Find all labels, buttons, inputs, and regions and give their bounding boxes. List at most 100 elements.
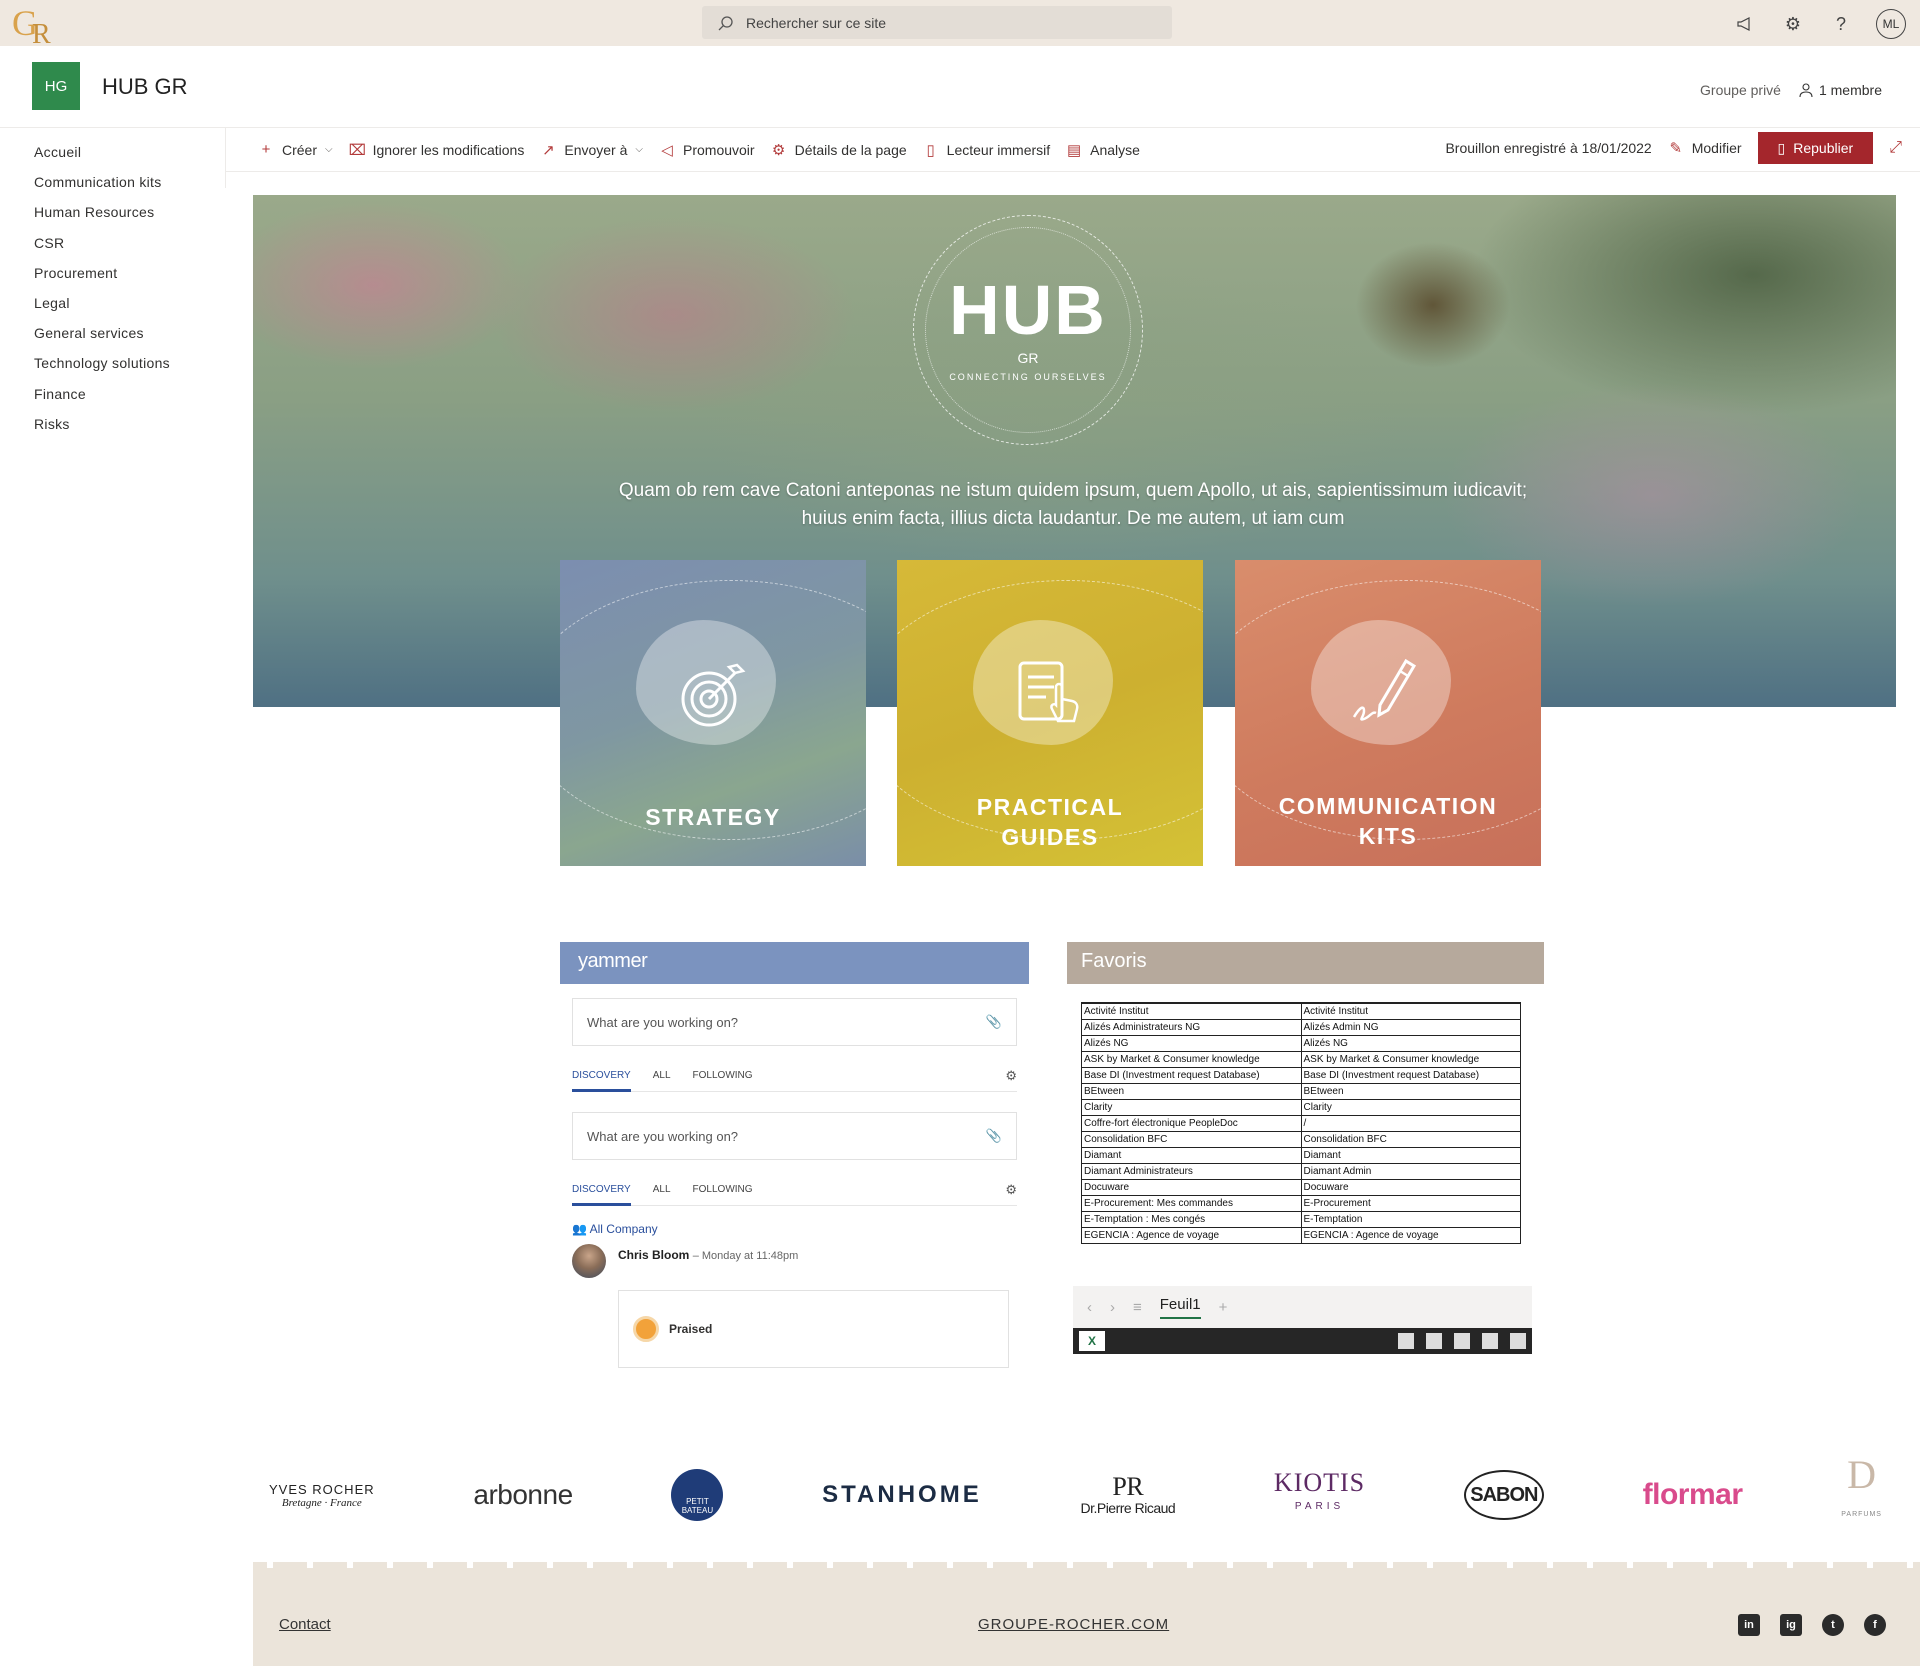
company-logo[interactable]: GR <box>12 2 51 50</box>
gear-icon[interactable]: ⚙ <box>1005 1182 1017 1198</box>
add-sheet-icon[interactable]: + <box>1219 1299 1228 1316</box>
sheet-menu-icon[interactable]: ≡ <box>1133 1299 1142 1316</box>
hub-logo-text: HUB <box>949 271 1107 349</box>
attachment-icon[interactable]: 📎 <box>986 1128 1002 1144</box>
tile-guides-label-2: GUIDES <box>1001 824 1099 850</box>
nav-item-technology-solutions[interactable]: Technology solutions <box>34 351 170 381</box>
tile-practical-guides[interactable]: PRACTICAL GUIDES <box>897 560 1203 866</box>
table-row: Clarity Clarity <box>1081 1099 1521 1116</box>
table-row: ASK by Market & Consumer knowledge ASK by… <box>1081 1051 1521 1068</box>
praise-card: Praised <box>618 1290 1009 1368</box>
author-avatar[interactable] <box>572 1244 606 1278</box>
chevron-down-icon: ⌵ <box>325 144 333 155</box>
nav-item-csr[interactable]: CSR <box>34 231 170 261</box>
page-details-button[interactable]: ⚙ Détails de la page <box>771 141 907 159</box>
brand-parfums[interactable]: D PARFUMS <box>1841 1455 1882 1535</box>
nav-item-general-services[interactable]: General services <box>34 321 170 351</box>
post-time: – Monday at 11:48pm <box>692 1250 799 1262</box>
table-cell: E-Temptation <box>1300 1211 1521 1228</box>
create-button[interactable]: + Créer ⌵ <box>258 141 333 158</box>
gear-icon[interactable]: ⚙ <box>1005 1068 1017 1084</box>
hub-logo-sub: GR <box>1017 350 1039 366</box>
tab-discovery[interactable]: DISCOVERY <box>572 1184 631 1206</box>
tile-kits-label-1: COMMUNICATION <box>1278 793 1498 819</box>
brand-arbonne[interactable]: arbonne <box>473 1479 573 1511</box>
hub-logo-tagline: CONNECTING OURSELVES <box>949 372 1107 382</box>
twitter-icon[interactable]: t <box>1822 1614 1844 1636</box>
members-button[interactable]: 1 membre <box>1799 82 1882 98</box>
tile-strategy[interactable]: STRATEGY <box>560 560 866 866</box>
nav-item-human-resources[interactable]: Human Resources <box>34 200 170 230</box>
attachment-icon[interactable]: 📎 <box>986 1014 1002 1030</box>
brand-petit-bateau[interactable]: PETIT BATEAU <box>671 1469 724 1521</box>
table-row: Consolidation BFC Consolidation BFC <box>1081 1131 1521 1148</box>
instagram-icon[interactable]: ig <box>1780 1614 1802 1636</box>
author-name[interactable]: Chris Bloom <box>618 1248 689 1262</box>
excel-icon[interactable]: X <box>1079 1331 1105 1351</box>
table-cell: Diamant <box>1300 1147 1521 1164</box>
search-box[interactable]: Rechercher sur ce site <box>702 6 1172 39</box>
help-icon[interactable]: ? <box>1828 11 1854 37</box>
site-logo[interactable]: HG <box>32 62 80 110</box>
download-icon[interactable] <box>1398 1333 1414 1349</box>
yammer-composer-2[interactable]: What are you working on? 📎 <box>572 1112 1017 1160</box>
brand-dr-pierre-ricaud[interactable]: PR Dr.Pierre Ricaud <box>1080 1474 1175 1517</box>
table-cell: Activité Institut <box>1081 1002 1302 1020</box>
republish-button[interactable]: ▯ Republier <box>1757 132 1874 164</box>
tab-all[interactable]: ALL <box>653 1184 671 1195</box>
table-row: Diamant Diamant <box>1081 1147 1521 1164</box>
nav-item-risks[interactable]: Risks <box>34 412 170 442</box>
tile-communication-kits[interactable]: COMMUNICATION KITS <box>1235 560 1541 866</box>
fullscreen-icon[interactable] <box>1510 1333 1526 1349</box>
groupe-rocher-link[interactable]: GROUPE-ROCHER.COM <box>978 1616 1169 1633</box>
brand-yves-rocher[interactable]: YVES ROCHER Bretagne · France <box>269 1482 375 1509</box>
sheet-tab[interactable]: Feuil1 <box>1159 1296 1201 1319</box>
page-details-label: Détails de la page <box>794 141 907 158</box>
brand-sabon[interactable]: SABON <box>1463 1470 1544 1520</box>
book-icon: ▯ <box>1777 139 1786 156</box>
next-sheet-icon[interactable]: › <box>1110 1299 1115 1316</box>
expand-icon[interactable]: ⤢ <box>1889 139 1902 157</box>
discard-button[interactable]: ⌧ Ignorer les modifications <box>349 141 525 159</box>
print-icon[interactable] <box>1454 1333 1470 1349</box>
composer-placeholder: What are you working on? <box>587 1014 739 1030</box>
tab-following[interactable]: FOLLOWING <box>693 1184 753 1195</box>
copy-icon[interactable] <box>1426 1333 1442 1349</box>
linkedin-icon[interactable]: in <box>1738 1614 1760 1636</box>
gear-icon[interactable]: ⚙ <box>1780 11 1806 37</box>
brand-stanhome[interactable]: STANHOME <box>822 1481 982 1509</box>
reader-view-icon[interactable] <box>1482 1333 1498 1349</box>
brand-flormar[interactable]: flormar <box>1643 1478 1743 1512</box>
tab-discovery[interactable]: DISCOVERY <box>572 1070 631 1092</box>
nav-item-accueil[interactable]: Accueil <box>34 140 170 170</box>
promote-label: Promouvoir <box>683 141 755 158</box>
nav-item-procurement[interactable]: Procurement <box>34 261 170 291</box>
facebook-icon[interactable]: f <box>1864 1614 1886 1636</box>
tab-following[interactable]: FOLLOWING <box>693 1070 753 1081</box>
parfums-sub: PARFUMS <box>1841 1511 1882 1518</box>
site-title[interactable]: HUB GR <box>102 74 188 100</box>
plus-icon: + <box>261 141 271 158</box>
tile-guides-label-1: PRACTICAL <box>976 794 1124 820</box>
nav-item-finance[interactable]: Finance <box>34 382 170 412</box>
edit-button[interactable]: ✎ Modifier <box>1668 139 1741 157</box>
nav-item-legal[interactable]: Legal <box>34 291 170 321</box>
target-icon <box>681 663 746 727</box>
promote-button[interactable]: ◁ Promouvoir <box>659 141 755 159</box>
create-label: Créer <box>282 141 318 158</box>
prev-sheet-icon[interactable]: ‹ <box>1087 1299 1092 1316</box>
user-avatar[interactable]: ML <box>1876 9 1906 39</box>
megaphone-icon[interactable] <box>1732 11 1758 37</box>
send-button[interactable]: ↗ Envoyer à ⌵ <box>540 141 643 159</box>
yves-rocher-name: YVES ROCHER <box>269 1481 375 1497</box>
tab-all[interactable]: ALL <box>653 1070 671 1081</box>
yammer-composer[interactable]: What are you working on? 📎 <box>572 998 1017 1046</box>
contact-link[interactable]: Contact <box>279 1616 331 1633</box>
group-link[interactable]: 👥 All Company <box>572 1222 1017 1236</box>
table-cell: E-Procurement <box>1300 1195 1521 1212</box>
nav-item-communication-kits[interactable]: Communication kits <box>34 170 170 200</box>
brand-kiotis[interactable]: KIOTIS PARIS <box>1274 1470 1365 1519</box>
table-row: Docuware Docuware <box>1081 1179 1521 1196</box>
immersive-reader-button[interactable]: ▯ Lecteur immersif <box>923 141 1051 159</box>
analytics-button[interactable]: ▤ Analyse <box>1066 141 1140 159</box>
